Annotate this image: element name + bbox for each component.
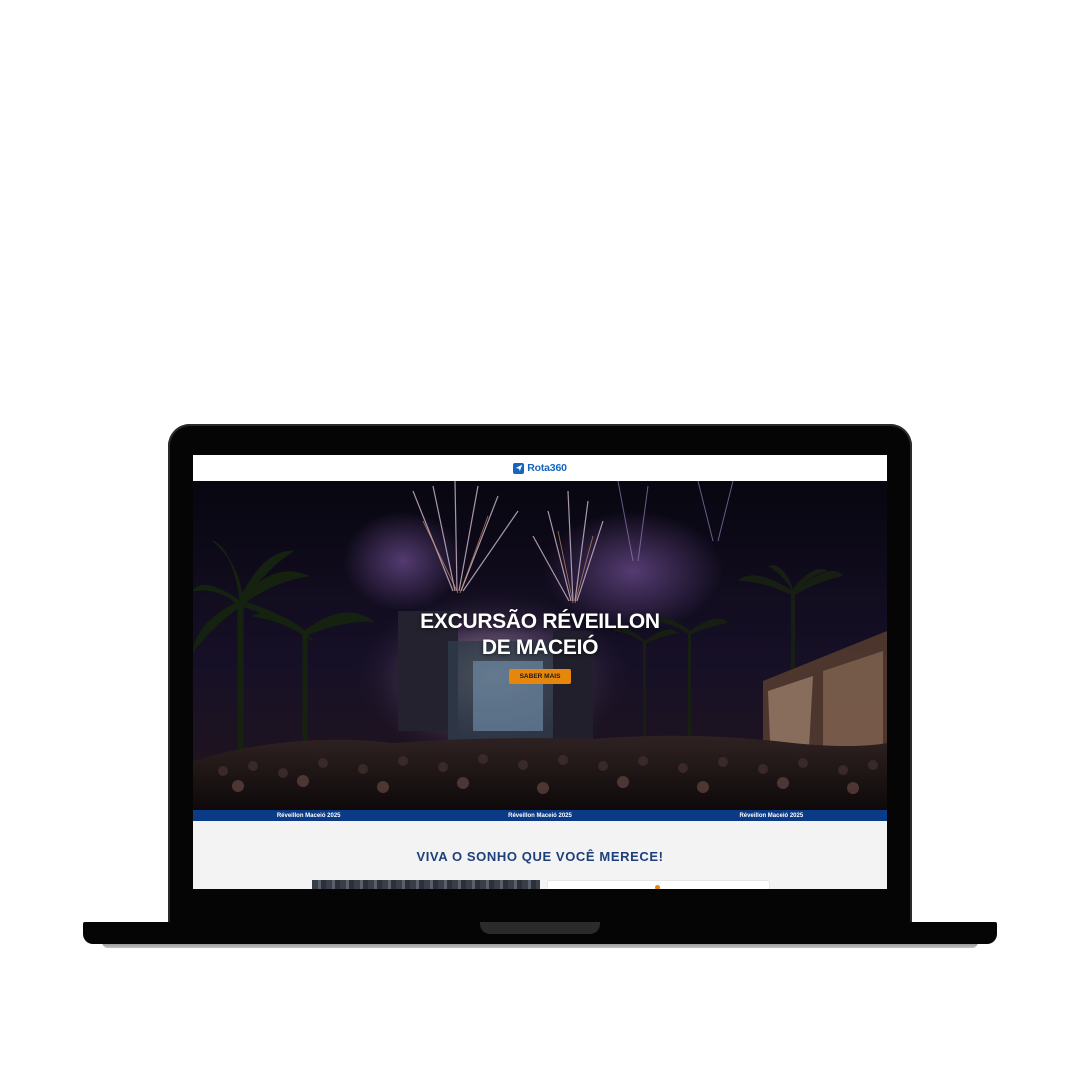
hero-title: EXCURSÃO RÉVEILLON DE MACEIÓ: [420, 609, 660, 661]
laptop-screen: Rota360 EXCURSÃO RÉVEILLON DE MACEIÓ SAB…: [193, 455, 887, 889]
hero-title-line-2: DE MACEIÓ: [481, 636, 599, 659]
site-header: Rota360: [193, 455, 887, 481]
logo-text: Rota360: [527, 462, 567, 474]
card-image[interactable]: [312, 880, 540, 889]
hero-content: EXCURSÃO RÉVEILLON DE MACEIÓ SABER MAIS: [193, 481, 887, 810]
saber-mais-button[interactable]: SABER MAIS: [508, 669, 572, 684]
card[interactable]: [547, 880, 770, 889]
hero-banner: EXCURSÃO RÉVEILLON DE MACEIÓ SABER MAIS: [193, 481, 887, 810]
ticker-item: Réveillon Maceió 2025: [739, 812, 804, 819]
ticker-bar: Réveillon Maceió 2025 Réveillon Maceió 2…: [193, 810, 887, 821]
section-title: VIVA O SONHO QUE VOCÊ MERECE!: [416, 849, 664, 864]
hero-title-line-1: EXCURSÃO RÉVEILLON: [420, 610, 660, 633]
mockup-canvas: Rota360 EXCURSÃO RÉVEILLON DE MACEIÓ SAB…: [0, 0, 1080, 1080]
ticker-item: Réveillon Maceió 2025: [508, 812, 572, 819]
laptop-notch: [480, 922, 600, 934]
ticker-item: Réveillon Maceió 2025: [276, 812, 341, 819]
card-marker-icon: [655, 885, 660, 889]
paper-plane-icon: [513, 462, 525, 474]
intro-section: VIVA O SONHO QUE VOCÊ MERECE!: [193, 821, 887, 889]
logo[interactable]: Rota360: [513, 462, 567, 474]
